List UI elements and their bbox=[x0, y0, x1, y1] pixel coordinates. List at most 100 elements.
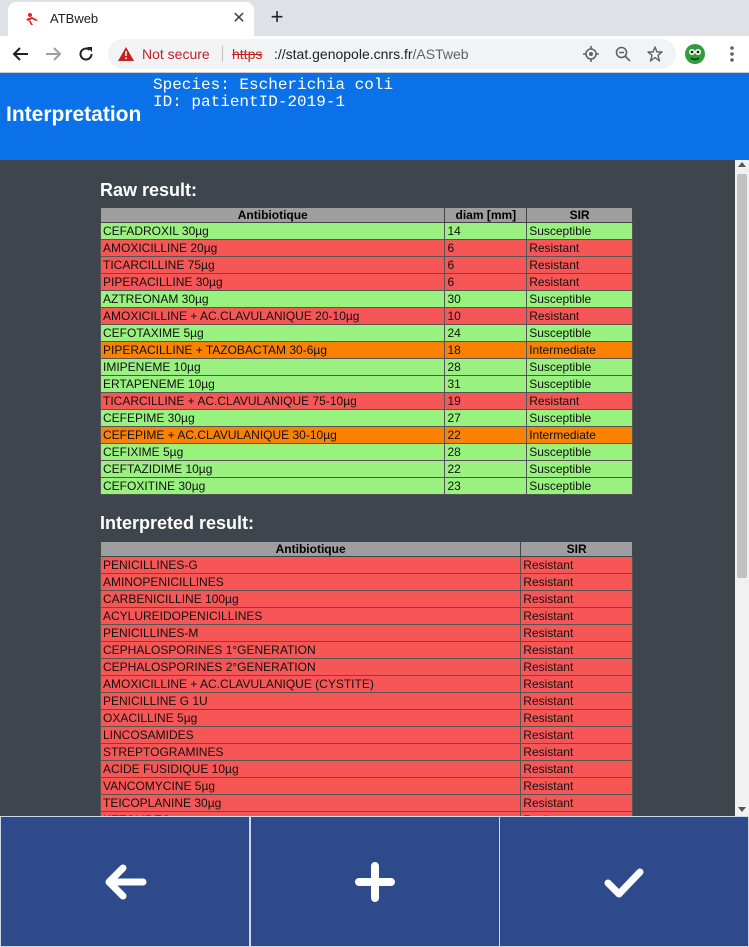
sir-cell: Resistant bbox=[520, 573, 633, 591]
table-row: CEPHALOSPORINES 2°GENERATION Resistant bbox=[99, 658, 633, 676]
sir-cell: Resistant bbox=[526, 392, 633, 410]
table-header-row: Antibiotique SIR bbox=[99, 541, 633, 557]
url-path: /ASTweb bbox=[412, 46, 469, 62]
location-icon[interactable] bbox=[582, 45, 600, 63]
antibiotic-cell: CEFOTAXIME 5µg bbox=[99, 324, 446, 342]
diameter-cell: 6 bbox=[444, 273, 528, 291]
table-row: PIPERACILLINE + TAZOBACTAM 30-6µg 18 Inter… bbox=[99, 341, 633, 359]
sir-cell: Resistant bbox=[526, 273, 633, 291]
address-bar[interactable]: Not secure https ://stat.genopole.cnrs.f… bbox=[108, 39, 676, 69]
table-row: PIPERACILLINE 30µg 6 Resistant bbox=[99, 273, 633, 291]
sir-cell: Resistant bbox=[520, 556, 633, 574]
table-row: TICARCILLINE 75µg 6 Resistant bbox=[99, 256, 633, 274]
sir-cell: Resistant bbox=[526, 307, 633, 325]
sir-cell: Resistant bbox=[526, 256, 633, 274]
arrow-left-icon bbox=[105, 864, 147, 899]
back-button[interactable] bbox=[0, 816, 250, 947]
sir-cell: Susceptible bbox=[526, 409, 633, 427]
table-row: PENICILLINES-M Resistant bbox=[99, 624, 633, 642]
table-row: ERTAPENEME 10µg 31 Susceptible bbox=[99, 375, 633, 393]
antibiotic-cell: CEFADROXIL 30µg bbox=[99, 222, 446, 240]
sir-cell: Susceptible bbox=[526, 222, 633, 240]
sir-cell: Susceptible bbox=[526, 460, 633, 478]
sir-cell: Susceptible bbox=[526, 375, 633, 393]
url-text: ://stat.genopole.cnrs.fr/ASTweb bbox=[274, 46, 469, 62]
diameter-cell: 28 bbox=[444, 358, 528, 376]
sir-cell: Resistant bbox=[520, 777, 633, 795]
antibiotic-cell: CEFIXIME 5µg bbox=[99, 443, 446, 461]
antibiotic-cell: LINCOSAMIDES bbox=[99, 726, 522, 744]
bookmark-star-icon[interactable] bbox=[646, 45, 664, 63]
sir-cell: Resistant bbox=[526, 239, 633, 257]
antibiotic-cell: CEPHALOSPORINES 2°GENERATION bbox=[99, 658, 522, 676]
raw-result-title: Raw result: bbox=[100, 180, 198, 200]
antibiotic-cell: PIPERACILLINE 30µg bbox=[99, 273, 446, 291]
diameter-cell: 10 bbox=[444, 307, 528, 325]
new-tab-icon[interactable]: + bbox=[266, 6, 288, 28]
results-panel: Raw result: Antibiotique diam [mm] SIR C… bbox=[0, 160, 735, 816]
scroll-down-icon[interactable] bbox=[738, 807, 746, 812]
diameter-cell: 19 bbox=[444, 392, 528, 410]
antibiotic-cell: AMOXICILLINE 20µg bbox=[99, 239, 446, 257]
sir-cell: Resistant bbox=[520, 760, 633, 778]
antibiotic-cell: ACIDE FUSIDIQUE 10µg bbox=[99, 760, 522, 778]
zoom-out-icon[interactable] bbox=[614, 45, 632, 63]
url-protocol: https bbox=[232, 46, 263, 62]
extension-icon[interactable] bbox=[684, 43, 706, 65]
table-row: ACYLUREIDOPENICILLINES Resistant bbox=[99, 607, 633, 625]
diameter-cell: 27 bbox=[444, 409, 528, 427]
browser-menu-icon[interactable] bbox=[722, 44, 742, 64]
sir-cell: Resistant bbox=[520, 709, 633, 727]
browser-tab[interactable]: ATBweb ✕ bbox=[8, 2, 254, 36]
forward-nav-icon[interactable] bbox=[42, 43, 64, 65]
table-row: CEFADROXIL 30µg 14 Susceptible bbox=[99, 222, 633, 240]
table-row: AMOXICILLINE 20µg 6 Resistant bbox=[99, 239, 633, 257]
table-header-row: Antibiotique diam [mm] SIR bbox=[99, 207, 633, 223]
antibiotic-cell: IMIPENEME 10µg bbox=[99, 358, 446, 376]
reload-icon[interactable] bbox=[75, 43, 97, 65]
close-tab-icon[interactable]: ✕ bbox=[230, 10, 248, 28]
antibiotic-cell: PIPERACILLINE + TAZOBACTAM 30-6µg bbox=[99, 341, 446, 359]
security-label[interactable]: Not secure bbox=[142, 46, 210, 62]
antibiotic-cell: CEFOXITINE 30µg bbox=[99, 477, 446, 495]
scrollbar-thumb[interactable] bbox=[737, 174, 747, 578]
sir-cell: Resistant bbox=[520, 675, 633, 693]
back-nav-icon[interactable] bbox=[10, 43, 32, 65]
omnibox-separator bbox=[222, 46, 223, 62]
browser-toolbar: Not secure https ://stat.genopole.cnrs.f… bbox=[0, 36, 749, 73]
antibiotic-cell: AMINOPENICILLINES bbox=[99, 573, 522, 591]
table-row: CEFIXIME 5µg 28 Susceptible bbox=[99, 443, 633, 461]
page-scrollbar[interactable] bbox=[735, 160, 749, 816]
sir-cell: Susceptible bbox=[526, 443, 633, 461]
table-row: STREPTOGRAMINES Resistant bbox=[99, 743, 633, 761]
antibiotic-cell: PENICILLINE G 1U bbox=[99, 692, 522, 710]
scroll-up-icon[interactable] bbox=[738, 162, 746, 167]
sir-cell: Susceptible bbox=[526, 358, 633, 376]
table-row: AMOXICILLINE + AC.CLAVULANIQUE 20-10µg 10… bbox=[99, 307, 633, 325]
table-row: TEICOPLANINE 30µg Resistant bbox=[99, 794, 633, 812]
table-row: VANCOMYCINE 5µg Resistant bbox=[99, 777, 633, 795]
diameter-cell: 23 bbox=[444, 477, 528, 495]
browser-tab-bar: ATBweb ✕ + bbox=[0, 0, 749, 36]
column-header: Antibiotique bbox=[99, 207, 446, 223]
sir-cell: Resistant bbox=[520, 624, 633, 642]
table-row: CEFTAZIDIME 10µg 22 Susceptible bbox=[99, 460, 633, 478]
interpreted-result-title: Interpreted result: bbox=[100, 513, 255, 533]
diameter-cell: 30 bbox=[444, 290, 528, 308]
table-row: PENICILLINE G 1U Resistant bbox=[99, 692, 633, 710]
sir-cell: Resistant bbox=[520, 726, 633, 744]
sir-cell: Resistant bbox=[520, 692, 633, 710]
msf-logo-icon bbox=[26, 13, 38, 25]
column-header: SIR bbox=[520, 541, 633, 557]
add-button[interactable] bbox=[250, 816, 500, 947]
diameter-cell: 31 bbox=[444, 375, 528, 393]
antibiotic-cell: CEPHALOSPORINES 1°GENERATION bbox=[99, 641, 522, 659]
table-row: TICARCILLINE + AC.CLAVULANIQUE 75-10µg 19… bbox=[99, 392, 633, 410]
table-row: CEFOTAXIME 5µg 24 Susceptible bbox=[99, 324, 633, 342]
plus-icon bbox=[355, 861, 395, 902]
antibiotic-cell: OXACILLINE 5µg bbox=[99, 709, 522, 727]
sir-cell: Resistant bbox=[520, 658, 633, 676]
antibiotic-cell: TEICOPLANINE 30µg bbox=[99, 794, 522, 812]
confirm-button[interactable] bbox=[499, 816, 749, 947]
tab-title: ATBweb bbox=[50, 11, 99, 26]
